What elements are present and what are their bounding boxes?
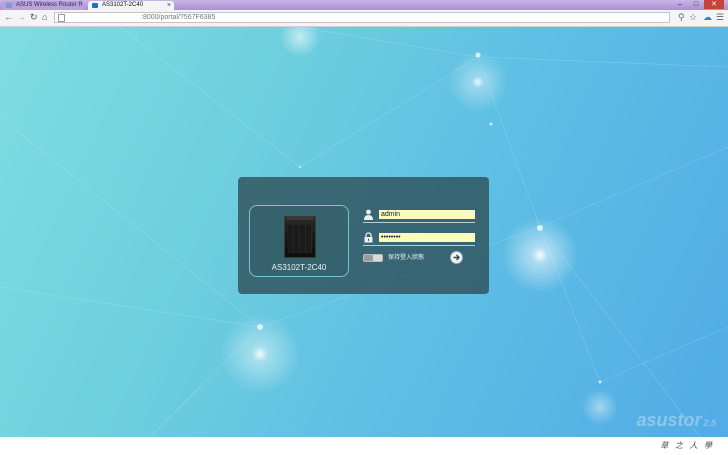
password-underline [363, 245, 475, 246]
back-icon[interactable]: ← [4, 12, 13, 23]
login-panel: AS3102T-2C40 保持登入狀態 [238, 177, 489, 294]
browser-tab-bar: ASUS Wireless Router R AS3102T-2C40 × – … [0, 0, 728, 10]
maximize-button[interactable]: □ [688, 0, 704, 9]
address-bar[interactable]: :8000/portal/?567F6385 [54, 12, 670, 23]
nas-device-icon [284, 216, 316, 258]
tab-title: ASUS Wireless Router R [16, 2, 83, 8]
toggle-knob [364, 255, 373, 261]
url-text: :8000/portal/?567F6385 [141, 14, 216, 21]
password-input[interactable] [379, 233, 475, 242]
tab-close-icon[interactable]: × [167, 1, 171, 10]
remember-row: 保持登入狀態 [363, 252, 475, 264]
minimize-button[interactable]: – [672, 0, 688, 9]
remember-me-toggle[interactable] [363, 254, 383, 262]
tab-title: AS3102T-2C40 [102, 2, 144, 8]
user-icon [364, 209, 373, 220]
tab-asus-router[interactable]: ASUS Wireless Router R [2, 1, 84, 10]
asustor-logo: asustor 2.5 [636, 410, 716, 431]
browser-toolbar: ← → ↻ ⌂ :8000/portal/?567F6385 ⚲ ☆ ☁ ☰ [0, 10, 728, 27]
login-submit-button[interactable] [451, 252, 462, 263]
bookmark-star-icon[interactable]: ☆ [689, 12, 697, 23]
home-icon[interactable]: ⌂ [42, 12, 47, 23]
watermark-signature: 草 之 人 學 [660, 441, 714, 450]
close-button[interactable]: ✕ [704, 0, 724, 9]
device-card: AS3102T-2C40 [249, 205, 349, 277]
tab-asustor[interactable]: AS3102T-2C40 × [88, 1, 174, 10]
device-name: AS3102T-2C40 [271, 263, 327, 272]
zoom-icon[interactable]: ⚲ [678, 12, 685, 23]
page-icon [58, 14, 65, 22]
window-controls: – □ ✕ [672, 0, 724, 10]
cloud-extension-icon[interactable]: ☁ [703, 12, 712, 23]
menu-icon[interactable]: ☰ [716, 12, 724, 23]
password-row [363, 232, 475, 246]
login-page: AS3102T-2C40 保持登入狀態 [0, 27, 728, 437]
username-underline [363, 222, 475, 223]
username-input[interactable] [379, 210, 475, 219]
remember-me-label: 保持登入狀態 [388, 255, 425, 261]
asustor-favicon-icon [92, 3, 98, 8]
lock-icon [364, 232, 373, 243]
username-row [363, 209, 475, 223]
bottom-strip [0, 437, 728, 455]
forward-icon[interactable]: → [17, 12, 26, 23]
router-favicon-icon [6, 3, 12, 8]
reload-icon[interactable]: ↻ [30, 12, 38, 23]
brand-version: 2.5 [703, 418, 716, 428]
brand-name: asustor [636, 410, 702, 430]
arrow-right-icon [453, 254, 460, 261]
